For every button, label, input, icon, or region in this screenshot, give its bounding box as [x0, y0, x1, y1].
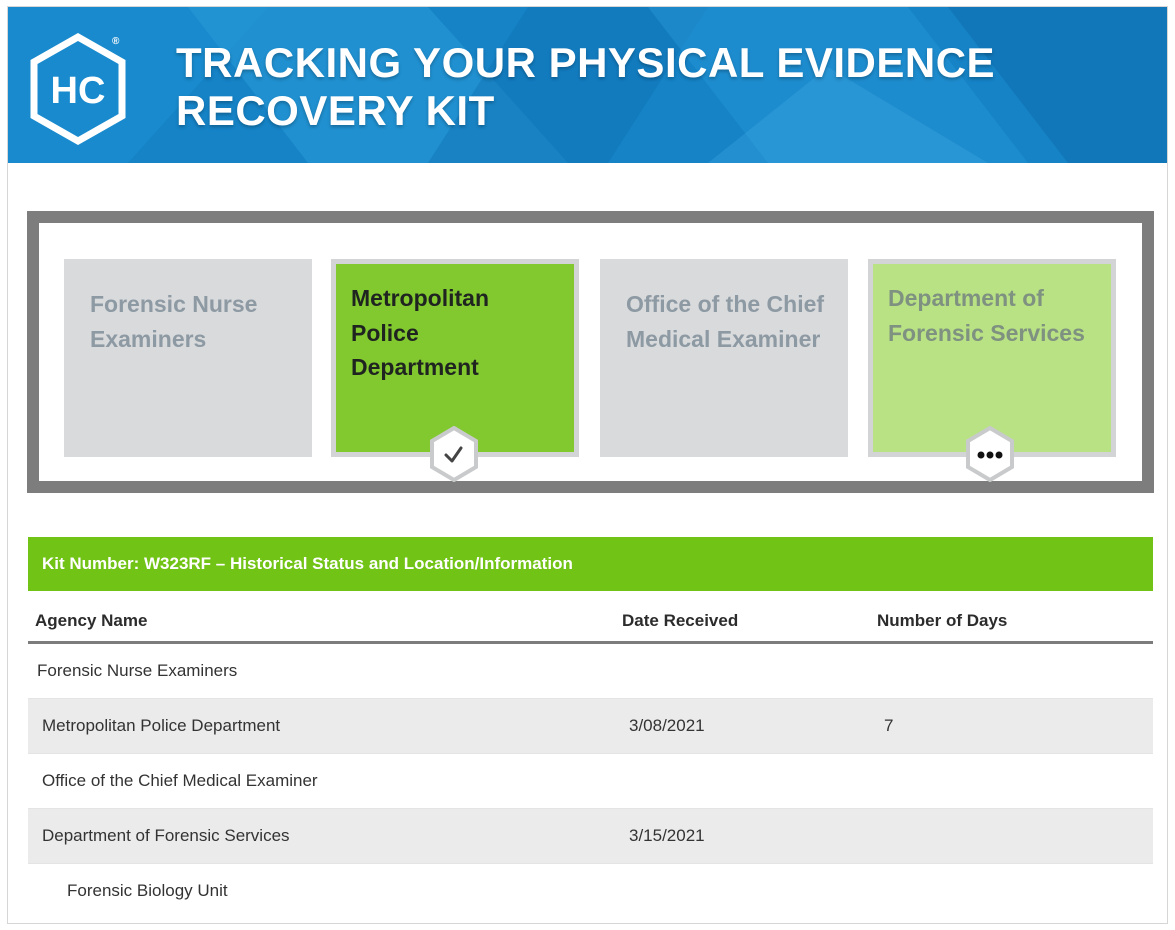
step-label: Department of Forensic Services — [888, 285, 1085, 346]
column-header-date-received: Date Received — [622, 611, 739, 630]
table-row: Office of the Chief Medical Examiner — [28, 754, 1153, 809]
table-row: Department of Forensic Services 3/15/202… — [28, 809, 1153, 864]
header-banner: HC ® TRACKING YOUR PHYSICAL EVIDENCE REC… — [8, 7, 1167, 163]
registered-mark: ® — [112, 36, 120, 47]
kit-status-header: Kit Number: W323RF – Historical Status a… — [28, 537, 1153, 591]
page-title-line-1: TRACKING YOUR PHYSICAL EVIDENCE — [176, 39, 996, 86]
agency-name-cell: Forensic Nurse Examiners — [37, 661, 238, 680]
table-row: Metropolitan Police Department 3/08/2021… — [28, 699, 1153, 754]
agency-name-cell: Forensic Biology Unit — [67, 881, 228, 900]
column-header-number-of-days: Number of Days — [877, 611, 1008, 630]
date-received-cell: 3/15/2021 — [629, 826, 705, 845]
step-office-chief-medical-examiner[interactable]: Office of the Chief Medical Examiner — [600, 259, 848, 457]
column-header-agency-name: Agency Name — [35, 611, 148, 630]
step-label: Forensic Nurse Examiners — [90, 291, 258, 352]
step-label: Office of the Chief Medical Examiner — [626, 291, 825, 352]
agency-name-cell: Department of Forensic Services — [42, 826, 290, 845]
svg-text:HC: HC — [51, 70, 106, 112]
page-title-line-2: RECOVERY KIT — [176, 87, 495, 134]
hc-logo-icon: HC — [30, 33, 126, 145]
agency-name-cell: Metropolitan Police Department — [42, 716, 281, 735]
history-table-header: Agency Name Date Received Number of Days — [28, 597, 1153, 644]
page-title: TRACKING YOUR PHYSICAL EVIDENCE RECOVERY… — [176, 39, 995, 135]
table-row-sub-unit: Forensic Biology Unit — [28, 864, 1153, 919]
step-forensic-nurse-examiners[interactable]: Forensic Nurse Examiners — [64, 259, 312, 457]
ellipsis-icon — [966, 426, 1014, 482]
step-label: Metropolitan Police Department — [351, 285, 489, 380]
date-received-cell: 3/08/2021 — [629, 716, 705, 735]
number-of-days-cell: 7 — [884, 716, 894, 735]
kit-progress-tracker: Forensic Nurse Examiners Metropolitan Po… — [27, 211, 1154, 493]
table-row: Forensic Nurse Examiners — [28, 644, 1153, 699]
checkmark-icon — [430, 426, 478, 482]
agency-name-cell: Office of the Chief Medical Examiner — [42, 771, 318, 790]
